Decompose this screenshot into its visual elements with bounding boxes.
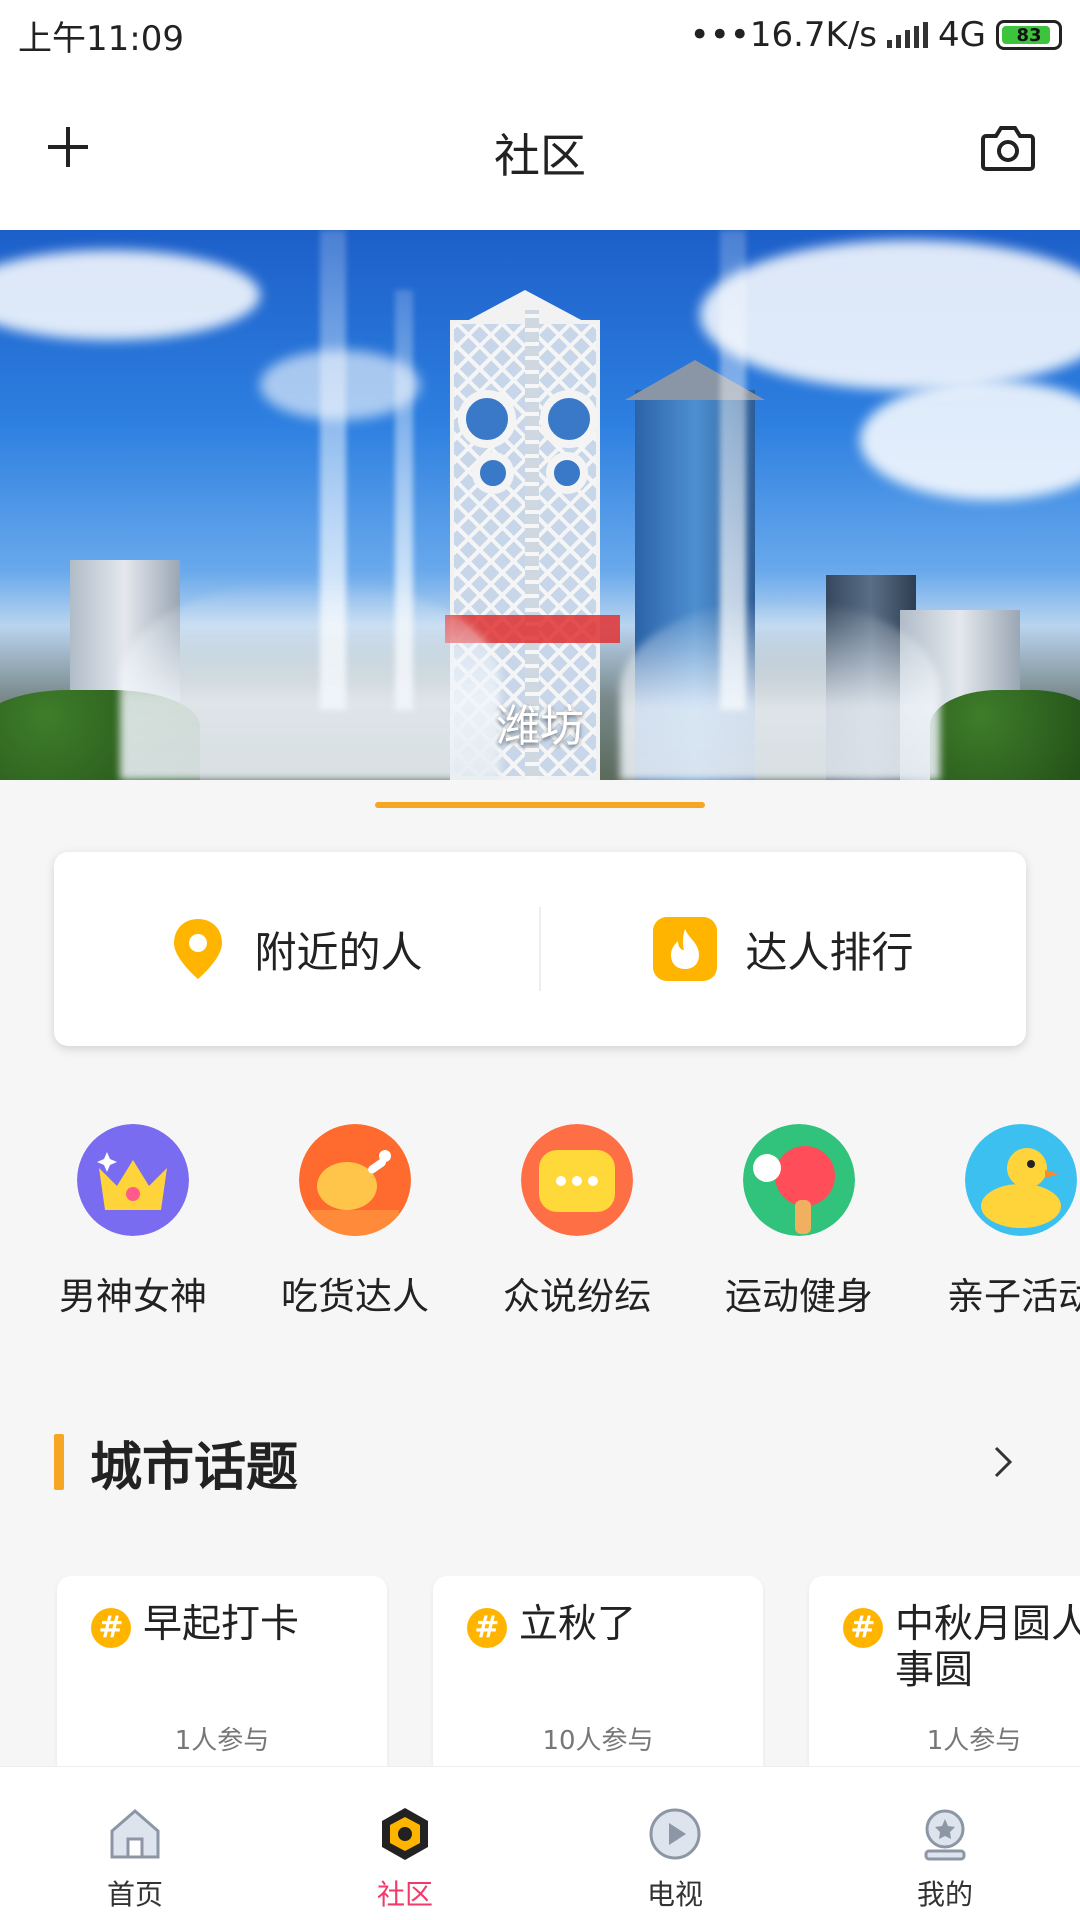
category-label: 吃货达人 (281, 1275, 429, 1318)
tab-tv[interactable]: 电视 (540, 1767, 810, 1920)
chevron-right-icon[interactable] (978, 1438, 1026, 1486)
hashtag-icon: # (467, 1608, 507, 1648)
chat-bubble-icon (521, 1124, 633, 1236)
category-item[interactable]: 众说纷纭 (472, 1124, 682, 1320)
city-topics-header: 城市话题 (54, 1432, 1026, 1498)
bottom-tab-bar: 首页 社区 电视 我的 (0, 1766, 1080, 1920)
banner-indicator (375, 802, 705, 808)
hashtag-icon: # (843, 1608, 883, 1648)
tab-home[interactable]: 首页 (0, 1767, 270, 1920)
banner-caption: 潍坊 (496, 701, 584, 752)
location-pin-icon (174, 919, 223, 979)
tab-label: 我的 (916, 1878, 973, 1911)
category-item[interactable]: 运动健身 (694, 1124, 904, 1320)
top-header: 社区 (0, 70, 1080, 230)
hashtag-icon: # (91, 1608, 131, 1648)
topic-participants: 1人参与 (926, 1726, 1022, 1756)
topic-participants: 1人参与 (174, 1726, 270, 1756)
category-label: 运动健身 (725, 1275, 873, 1318)
topic-card[interactable]: # 早起打卡 1人参与 (57, 1576, 387, 1766)
chicken-leg-icon (299, 1124, 411, 1236)
tab-label: 社区 (376, 1878, 433, 1911)
network-type: 4G (938, 15, 986, 55)
topic-participants: 10人参与 (542, 1726, 654, 1756)
nearby-people-button[interactable]: 附近的人 (54, 917, 539, 981)
tab-profile[interactable]: 我的 (810, 1767, 1080, 1920)
banner-carousel[interactable]: 潍坊 (0, 230, 1080, 780)
expert-ranking-label: 达人排行 (745, 927, 914, 977)
category-item[interactable]: 男神女神 (28, 1124, 238, 1320)
status-indicators: •••16.7K/s 4G 83 (690, 15, 1062, 55)
signal-icon (887, 22, 929, 48)
net-speed: •••16.7K/s (689, 15, 878, 55)
tab-label: 首页 (106, 1878, 163, 1911)
topic-card[interactable]: # 立秋了 10人参与 (433, 1576, 763, 1766)
section-title: 城市话题 (90, 1437, 299, 1498)
ping-pong-icon (743, 1124, 855, 1236)
status-time: 上午11:09 (18, 18, 184, 59)
status-bar: 上午11:09 •••16.7K/s 4G 83 (0, 0, 1080, 70)
category-label: 众说纷纭 (503, 1275, 651, 1318)
profile-icon (924, 1809, 966, 1861)
category-label: 亲子活动 (947, 1275, 1080, 1318)
play-icon (649, 1808, 701, 1860)
category-item[interactable]: 亲子活动 (916, 1124, 1080, 1320)
crown-icon (77, 1124, 189, 1236)
quick-actions-card: 附近的人 达人排行 (54, 852, 1026, 1046)
home-icon (110, 1809, 160, 1859)
topic-name: 早起打卡 (143, 1602, 300, 1647)
camera-icon[interactable] (980, 122, 1036, 172)
section-accent-bar (54, 1434, 64, 1490)
battery-level: 83 (1016, 24, 1042, 46)
tab-community[interactable]: 社区 (270, 1767, 540, 1920)
category-item[interactable]: 吃货达人 (250, 1124, 460, 1320)
community-icon (382, 1808, 428, 1860)
flame-icon (653, 917, 718, 981)
topic-card[interactable]: # 中秋月圆人圆事圆 1人参与 (809, 1576, 1080, 1766)
battery-icon: 83 (996, 20, 1062, 50)
topic-name: 中秋月圆人圆事圆 (895, 1602, 1080, 1693)
category-label: 男神女神 (59, 1275, 207, 1318)
topic-list: # 早起打卡 1人参与 # 立秋了 10人参与 # 中秋月圆人圆事圆 1人参与 (0, 1576, 1080, 1766)
category-list: 男神女神 吃货达人 众说纷纭 运动健身 亲子活动 (0, 1124, 1080, 1334)
duck-icon (965, 1124, 1077, 1236)
topic-name: 立秋了 (519, 1602, 637, 1647)
expert-ranking-button[interactable]: 达人排行 (541, 917, 1026, 981)
nearby-people-label: 附近的人 (254, 927, 423, 977)
tab-label: 电视 (646, 1878, 703, 1911)
page-title: 社区 (494, 129, 586, 183)
